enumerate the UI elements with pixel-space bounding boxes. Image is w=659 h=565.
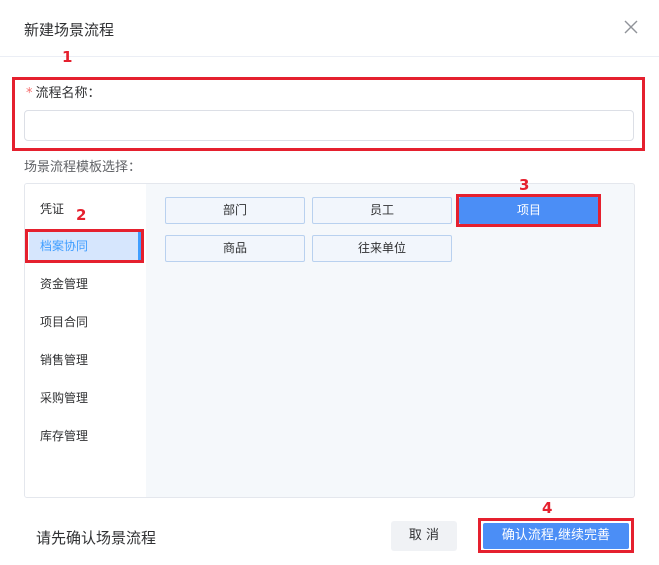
close-icon[interactable] [623, 19, 639, 35]
category-inventory-management[interactable]: 库存管理 [29, 421, 141, 451]
category-sales-management[interactable]: 销售管理 [29, 345, 141, 375]
category-purchase-management[interactable]: 采购管理 [29, 383, 141, 413]
annotation-number-1: 1 [62, 48, 73, 66]
flow-name-label: * 流程名称： [26, 82, 101, 101]
template-employee[interactable]: 员工 [312, 197, 452, 224]
flow-name-input[interactable] [24, 110, 634, 141]
category-project-contract[interactable]: 项目合同 [29, 307, 141, 337]
annotation-box-3 [456, 194, 601, 227]
annotation-number-4: 4 [542, 499, 553, 517]
template-counterparty[interactable]: 往来单位 [312, 235, 452, 262]
template-select-label: 场景流程模板选择： [24, 160, 142, 175]
annotation-box-2 [25, 229, 144, 263]
template-goods[interactable]: 商品 [165, 235, 305, 262]
annotation-number-3: 3 [519, 176, 530, 194]
header-divider [0, 56, 659, 57]
annotation-number-2: 2 [76, 206, 87, 224]
flow-name-label-text: 流程名称： [35, 86, 101, 101]
category-fund-management[interactable]: 资金管理 [29, 269, 141, 299]
cancel-button[interactable]: 取 消 [391, 521, 457, 551]
new-scene-flow-dialog: 新建场景流程 1 * 流程名称： 场景流程模板选择： 凭证 档案协同 资金管理 项… [0, 0, 659, 565]
required-mark: * [26, 86, 33, 101]
annotation-box-4 [478, 518, 634, 553]
template-department[interactable]: 部门 [165, 197, 305, 224]
footer-hint: 请先确认场景流程 [36, 529, 157, 547]
dialog-title: 新建场景流程 [24, 21, 115, 39]
